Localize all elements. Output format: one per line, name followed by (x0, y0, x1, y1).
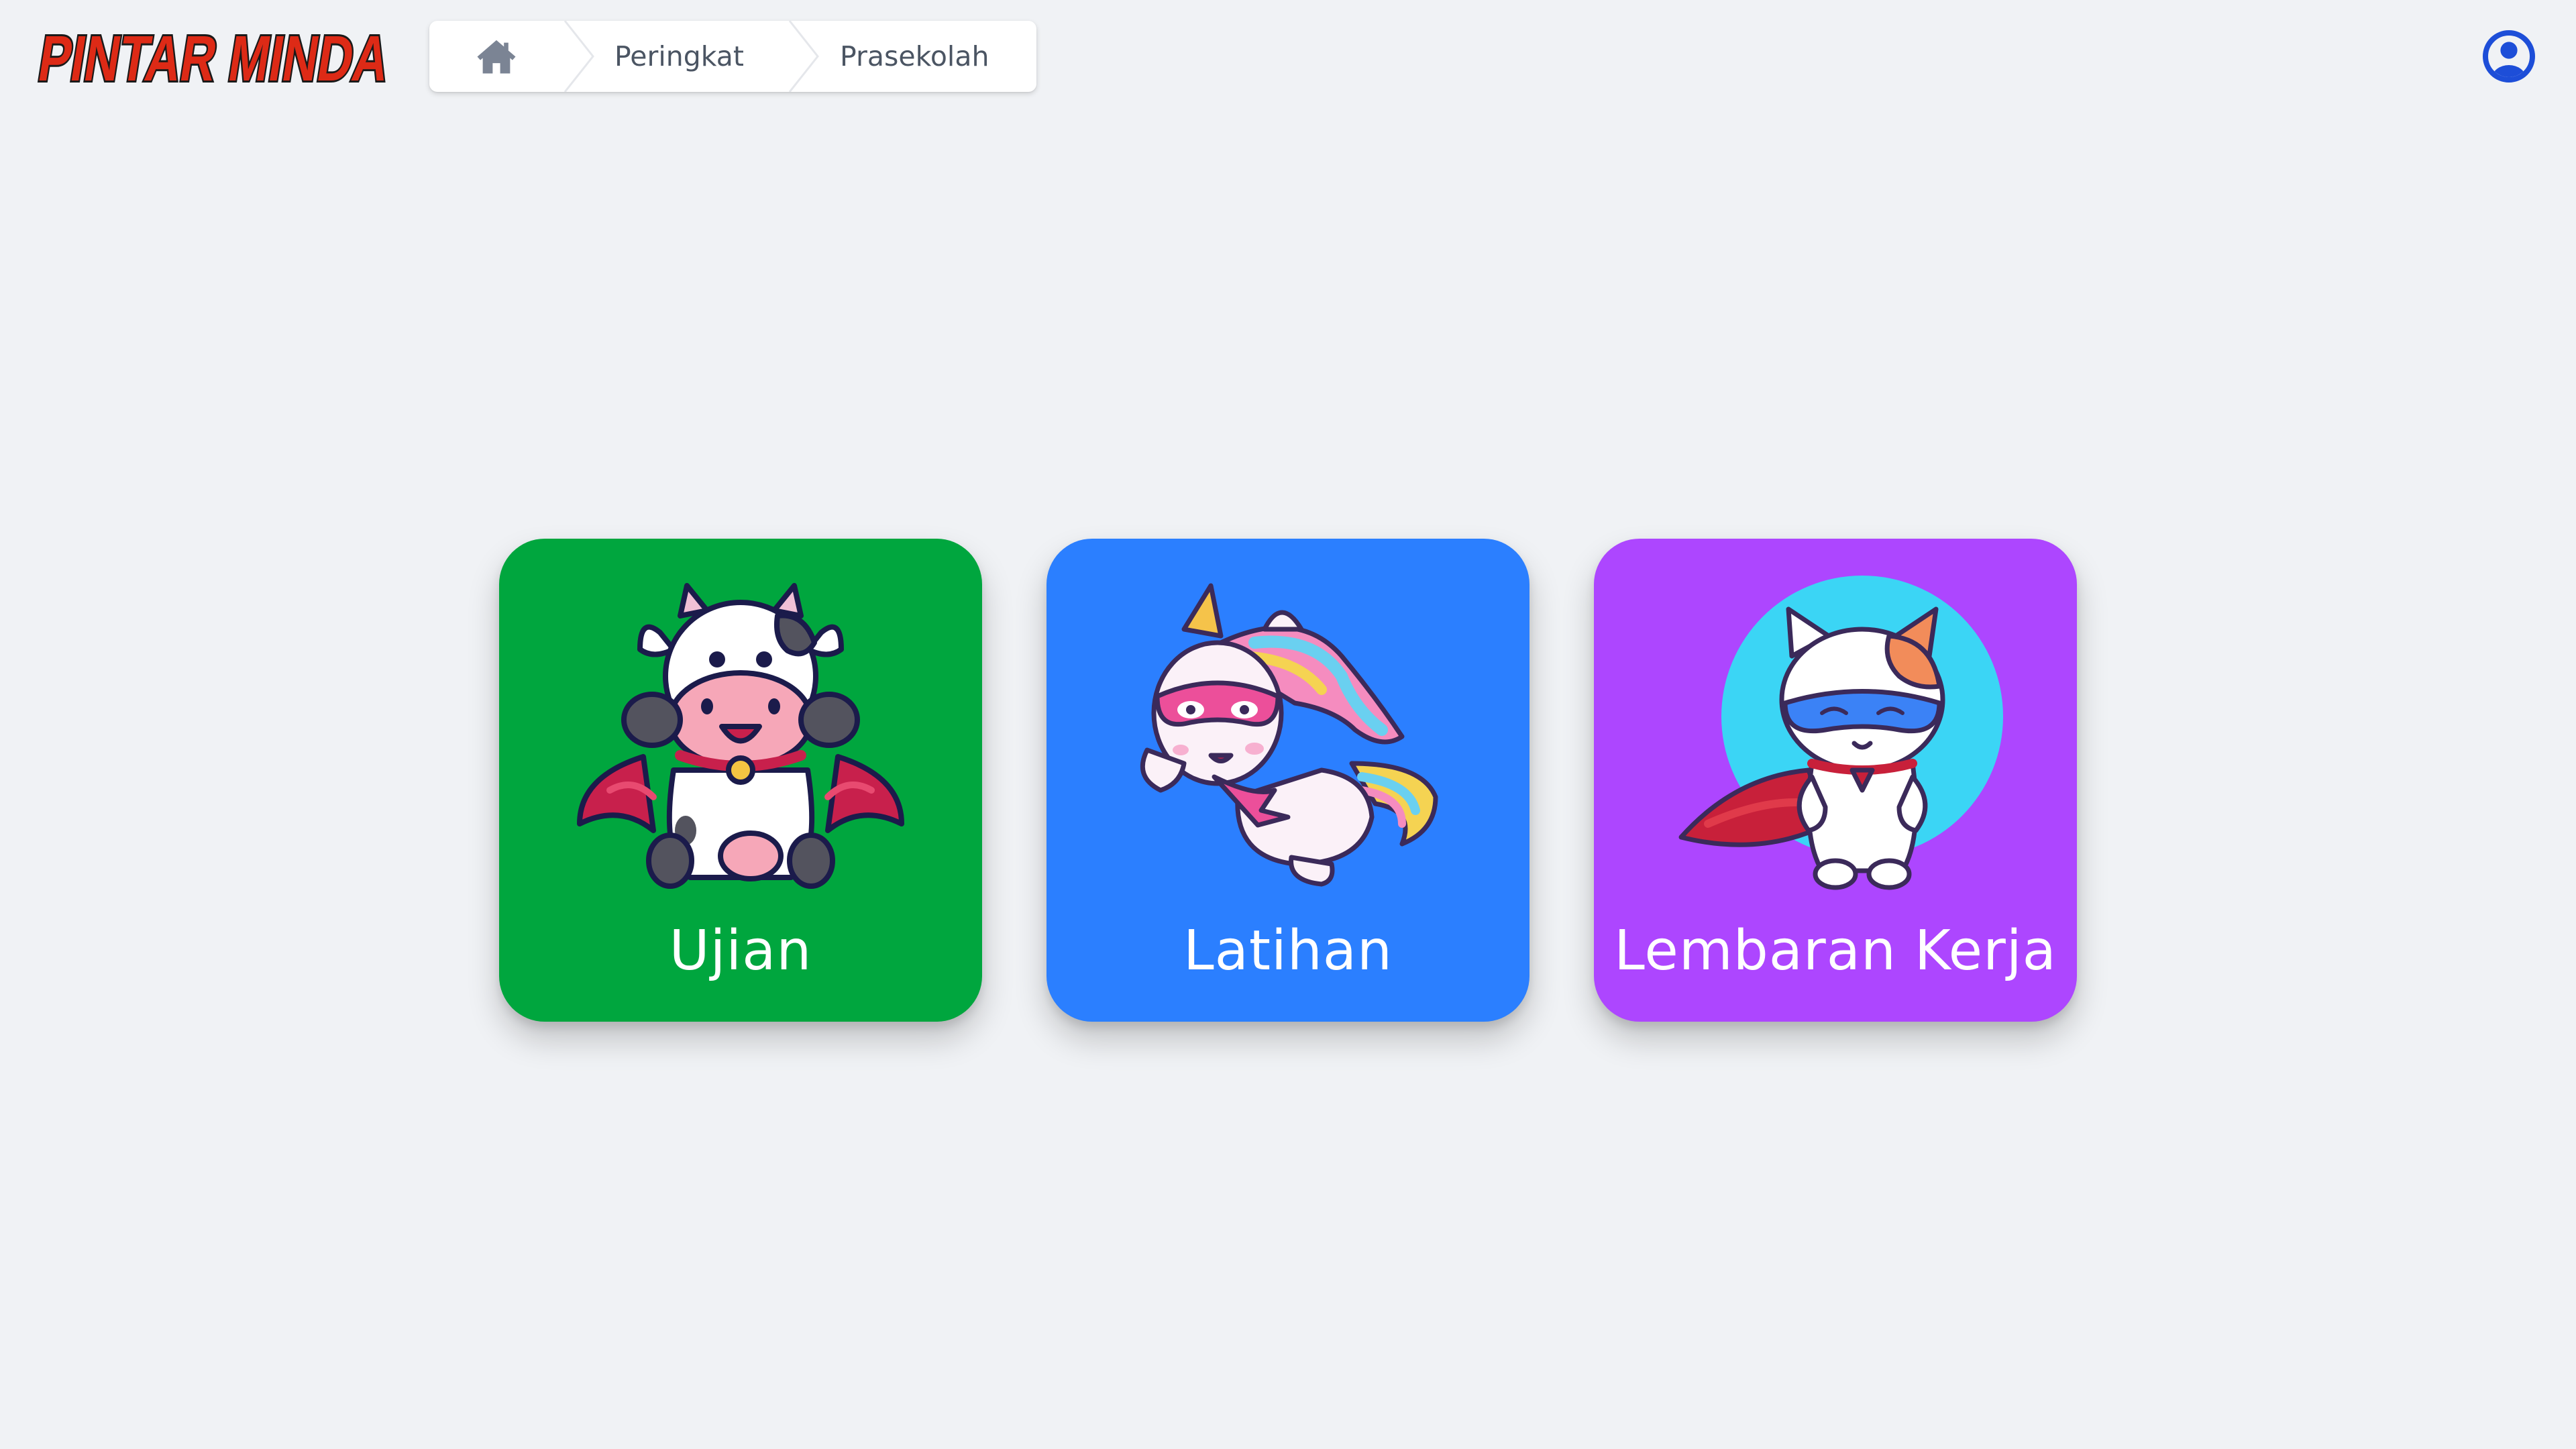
breadcrumb-separator (564, 21, 597, 92)
unicorn-illustration (1120, 576, 1456, 898)
breadcrumb-separator (788, 21, 822, 92)
breadcrumb-item-prasekolah[interactable]: Prasekolah (840, 21, 989, 92)
cat-illustration (1668, 576, 2003, 898)
user-circle-icon (2483, 30, 2535, 83)
card-ujian[interactable]: Ujian (499, 539, 982, 1022)
superhero-unicorn-image (1140, 583, 1438, 887)
superhero-cat-image (1678, 576, 2003, 890)
card-label-lembaran-kerja: Lembaran Kerja (1614, 919, 2057, 983)
card-latihan[interactable]: Latihan (1046, 539, 1529, 1022)
superhero-cow-image (577, 583, 904, 889)
card-label-latihan: Latihan (1183, 919, 1393, 983)
app-logo[interactable]: PINTAR MINDA (34, 20, 399, 93)
home-icon (477, 40, 516, 74)
breadcrumb-home[interactable] (429, 21, 564, 92)
account-button[interactable] (2482, 30, 2536, 83)
card-lembaran-kerja[interactable]: Lembaran Kerja (1594, 539, 2077, 1022)
logo-image: PINTAR MINDA (34, 21, 396, 93)
card-label-ujian: Ujian (669, 919, 812, 983)
cow-illustration (573, 576, 908, 898)
breadcrumb: Peringkat Prasekolah (429, 21, 1036, 92)
logo-text: PINTAR MINDA (34, 23, 394, 93)
breadcrumb-item-peringkat[interactable]: Peringkat (614, 21, 744, 92)
